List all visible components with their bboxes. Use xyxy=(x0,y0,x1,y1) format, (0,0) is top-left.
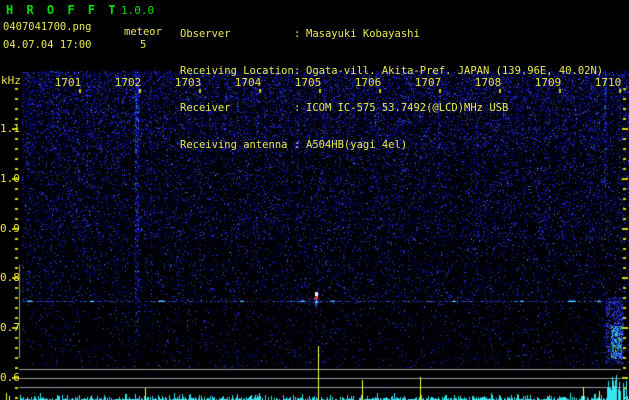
freq-axis-label: 0.6 xyxy=(0,371,20,384)
info-label: Receiver xyxy=(180,102,231,114)
info-separator: : xyxy=(294,139,301,151)
freq-axis-label: 0.7 xyxy=(0,321,20,335)
observation-datetime: 04.07.04 17:00 xyxy=(3,39,92,51)
freq-axis-label: 1.0 xyxy=(0,171,20,185)
info-separator: : xyxy=(294,102,301,114)
time-axis-label: 1708 xyxy=(474,76,502,89)
mode-label: meteor xyxy=(124,26,162,38)
time-axis-label: 1703 xyxy=(174,76,202,89)
meteor-count: 5 xyxy=(140,39,147,51)
info-value: Masayuki Kobayashi xyxy=(306,28,420,40)
time-axis-label: 1702 xyxy=(114,76,142,89)
info-row-receiving-antenna: Receiving antenna: A504HB(yagi 4el) xyxy=(180,139,629,152)
info-label: Observer xyxy=(180,28,231,40)
time-axis-label: 1701 xyxy=(54,76,82,89)
time-axis-label: 1710 xyxy=(594,76,622,89)
info-value: A504HB(yagi 4el) xyxy=(306,139,408,151)
output-filename: 0407041700.png xyxy=(3,21,92,33)
info-row-receiver: Receiver: ICOM IC-575 53.7492(@LCD)MHz US… xyxy=(180,102,629,115)
app-title: H R O F F T xyxy=(6,3,119,17)
info-separator: : xyxy=(294,28,301,40)
app-version: 1.0.0 xyxy=(121,4,155,17)
time-axis-label: 1705 xyxy=(294,76,322,89)
time-axis-label: 1707 xyxy=(414,76,442,89)
freq-axis-label: 1.1 xyxy=(0,122,20,135)
hrofft-output-screen: H R O F F T 1.0.0 0407041700.png meteor … xyxy=(0,0,629,400)
freq-axis-label: 0.8 xyxy=(0,271,20,285)
freq-axis-label: 0.9 xyxy=(0,221,20,235)
time-axis-label: 1709 xyxy=(534,76,562,89)
y-axis-unit-label: kHz xyxy=(1,74,21,87)
info-value: ICOM IC-575 53.7492(@LCD)MHz USB xyxy=(306,102,509,114)
info-label: Receiving antenna xyxy=(180,139,288,151)
time-axis-label: 1704 xyxy=(234,76,262,89)
station-info-block: Observer: Masayuki Kobayashi Receiving Lo… xyxy=(180,4,629,176)
time-axis-label: 1706 xyxy=(354,76,382,89)
info-row-observer: Observer: Masayuki Kobayashi xyxy=(180,28,629,41)
